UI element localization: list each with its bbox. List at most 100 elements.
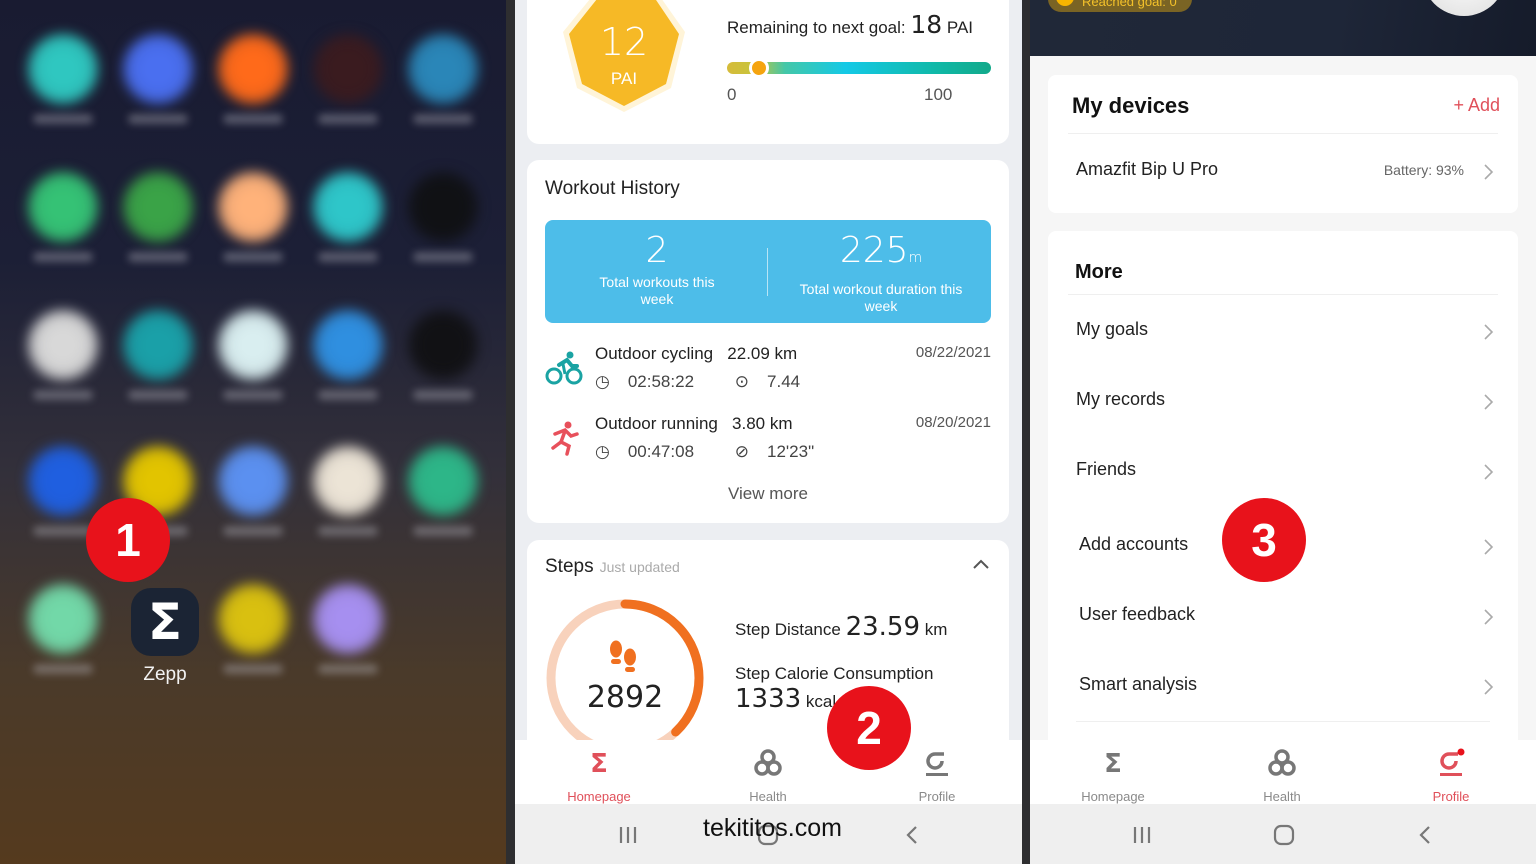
blurred-app-icon[interactable] — [123, 172, 193, 282]
view-more-link[interactable]: View more — [527, 484, 1009, 504]
app-icon — [218, 446, 288, 516]
chevron-right-icon — [1484, 164, 1494, 180]
workout-history-card: Workout History 2 Total workouts this we… — [527, 160, 1009, 523]
home-button-icon[interactable] — [1271, 822, 1297, 848]
steps-header: Steps Just updated — [545, 556, 680, 578]
blurred-app-icon[interactable] — [28, 310, 98, 420]
blurred-app-icon[interactable] — [218, 34, 288, 144]
app-label — [413, 390, 473, 400]
reached-goal-pill[interactable]: Reached goal: 0 — [1048, 0, 1192, 12]
device-item[interactable]: Amazfit Bip U Pro Battery: 93% — [1076, 159, 1494, 187]
app-icon — [123, 172, 193, 242]
blurred-app-icon[interactable] — [313, 446, 383, 556]
blurred-app-icon[interactable] — [123, 310, 193, 420]
app-icon — [408, 34, 478, 104]
app-label — [318, 664, 378, 674]
total-duration-value: 225m — [781, 230, 981, 279]
tab-health[interactable]: Health — [1222, 748, 1342, 804]
pace: ⊘ 12'23" — [735, 442, 832, 461]
tab-homepage[interactable]: Σ Homepage — [1053, 748, 1173, 804]
app-label — [128, 252, 188, 262]
app-icon — [313, 584, 383, 654]
pai-scale-max: 100 — [924, 85, 953, 104]
tab-homepage[interactable]: Σ Homepage — [539, 748, 659, 804]
total-workouts-value: 2 — [645, 230, 669, 271]
workout-speed: 7.44 — [767, 372, 801, 391]
tab-label: Health — [749, 789, 787, 804]
zepp-profile-screen: Reached goal: 0 My devices + Add Amazfit… — [1030, 0, 1536, 864]
more-item-smart-analysis[interactable]: Smart analysis — [1079, 674, 1494, 704]
sigma-icon: Σ — [131, 588, 199, 656]
back-icon[interactable] — [1413, 822, 1439, 848]
tab-label: Profile — [918, 789, 956, 804]
workout-name: Outdoor running 3.80 km — [595, 414, 793, 434]
blurred-app-icon[interactable] — [218, 584, 288, 694]
android-nav-bar: tekititos.com — [515, 804, 1022, 864]
workout-item-cycling[interactable]: Outdoor cycling 22.09 km 08/22/2021 ◷ 02:… — [545, 344, 991, 404]
pai-scale-min: 0 — [727, 85, 737, 104]
chevron-right-icon — [1484, 324, 1494, 340]
blurred-app-icon[interactable] — [313, 34, 383, 144]
app-label — [33, 664, 93, 674]
blurred-app-icon[interactable] — [408, 172, 478, 282]
pai-unit: PAI — [610, 69, 638, 88]
blurred-app-icon[interactable] — [28, 172, 98, 282]
blurred-app-icon[interactable] — [218, 446, 288, 556]
pai-card[interactable]: 12 PAI Remaining to next goal: 18 PAI 0 … — [527, 0, 1009, 144]
blurred-app-icon[interactable] — [28, 34, 98, 144]
blurred-app-icon[interactable] — [408, 310, 478, 420]
tab-health[interactable]: Health — [708, 748, 828, 804]
avatar[interactable] — [1422, 0, 1506, 16]
back-icon[interactable] — [900, 822, 926, 848]
tutorial-composite: Σ Zepp 1 12 PAI Remaining to next goal: … — [0, 0, 1536, 864]
app-icon — [218, 34, 288, 104]
zepp-homepage-screen: 12 PAI Remaining to next goal: 18 PAI 0 … — [515, 0, 1022, 864]
app-label — [223, 526, 283, 536]
app-label — [33, 114, 93, 124]
blurred-app-icon[interactable] — [123, 34, 193, 144]
workout-type: Outdoor running — [595, 414, 718, 433]
app-label — [413, 114, 473, 124]
chevron-up-icon[interactable] — [971, 554, 991, 574]
workout-name: Outdoor cycling 22.09 km — [595, 344, 797, 364]
tab-profile[interactable]: Profile — [1391, 748, 1511, 804]
pace-icon: ⊘ — [734, 442, 750, 461]
blurred-app-icon[interactable] — [313, 172, 383, 282]
divider — [1068, 133, 1498, 134]
recent-apps-icon[interactable] — [615, 822, 641, 848]
more-item-my-records[interactable]: My records — [1076, 389, 1494, 419]
app-icon — [313, 446, 383, 516]
workout-summary-banner[interactable]: 2 Total workouts this week 225m Total wo… — [545, 220, 991, 323]
workout-item-running[interactable]: Outdoor running 3.80 km 08/20/2021 ◷ 00:4… — [545, 414, 991, 474]
more-item-friends[interactable]: Friends — [1076, 459, 1494, 489]
add-device-button[interactable]: + Add — [1453, 95, 1500, 116]
svg-text:Σ: Σ — [1104, 749, 1122, 778]
blurred-app-icon[interactable] — [313, 310, 383, 420]
more-item-user-feedback[interactable]: User feedback — [1079, 604, 1494, 634]
zepp-app-label: Zepp — [143, 664, 187, 685]
more-item-label: Friends — [1076, 459, 1137, 479]
app-icon — [408, 310, 478, 380]
app-label — [318, 526, 378, 536]
blurred-app-icon[interactable] — [218, 310, 288, 420]
blurred-app-icon[interactable] — [313, 584, 383, 694]
blurred-app-icon[interactable] — [28, 584, 98, 694]
workout-meta: ◷ 00:47:08 ⊘ 12'23" — [595, 442, 850, 462]
blurred-app-icon[interactable] — [408, 34, 478, 144]
zepp-app-shortcut[interactable]: Σ Zepp — [130, 588, 200, 686]
step-distance: Step Distance 23.59 km — [735, 612, 947, 642]
blurred-app-icon[interactable] — [408, 446, 478, 556]
more-item-my-goals[interactable]: My goals — [1076, 319, 1494, 349]
recent-apps-icon[interactable] — [1129, 822, 1155, 848]
workout-type: Outdoor cycling — [595, 344, 714, 363]
app-label — [223, 252, 283, 262]
chevron-right-icon — [1484, 539, 1494, 555]
step-calorie-label: Step Calorie Consumption — [735, 664, 934, 683]
app-icon — [218, 172, 288, 242]
steps-progress-ring — [546, 599, 704, 757]
workout-history-title: Workout History — [545, 178, 680, 199]
app-icon — [28, 172, 98, 242]
reached-goal-text: Reached goal: 0 — [1082, 0, 1177, 9]
blurred-app-icon[interactable] — [218, 172, 288, 282]
clock-icon: ◷ — [595, 372, 610, 391]
